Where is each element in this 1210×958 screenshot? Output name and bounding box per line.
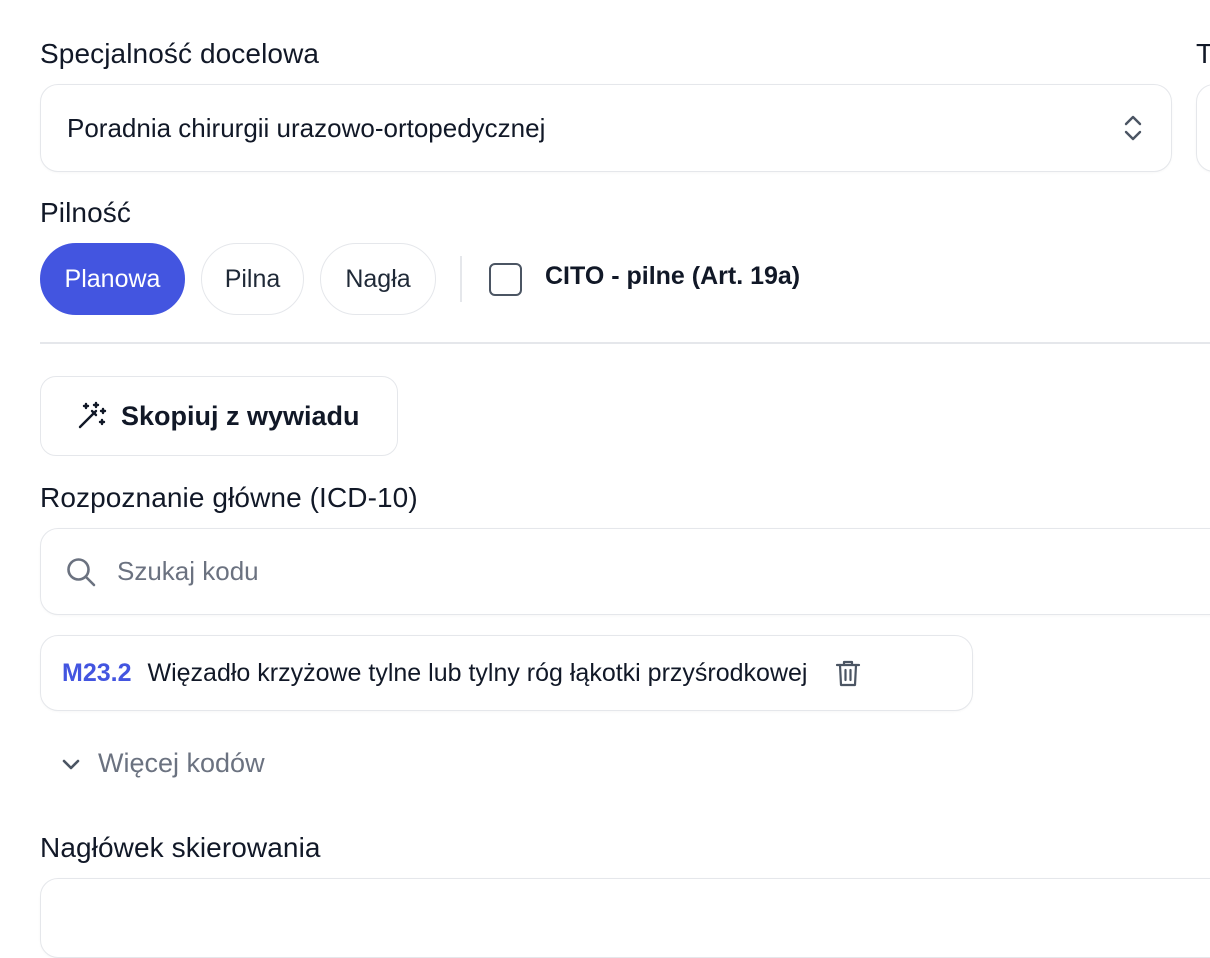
chevron-up-down-icon bbox=[1121, 113, 1145, 143]
section-divider bbox=[40, 342, 1210, 344]
icd-search-input[interactable] bbox=[115, 555, 1019, 588]
diagnosis-description: Więzadło krzyżowe tylne lub tylny róg łą… bbox=[147, 658, 808, 687]
magic-wand-icon bbox=[75, 400, 107, 432]
urgency-option-planowa[interactable]: Planowa bbox=[40, 243, 185, 315]
chevron-down-icon bbox=[60, 753, 82, 775]
right-column-label: T bbox=[1196, 38, 1210, 69]
specialty-label: Specjalność docelowa bbox=[40, 38, 320, 69]
specialty-select[interactable]: Poradnia chirurgii urazowo-ortopedycznej bbox=[40, 84, 1172, 172]
more-codes-toggle[interactable]: Więcej kodów bbox=[60, 748, 265, 779]
selected-diagnosis-chip: M23.2 Więzadło krzyżowe tylne lub tylny … bbox=[40, 635, 973, 711]
right-column-field[interactable] bbox=[1196, 84, 1210, 172]
diagnosis-label: Rozpoznanie główne (ICD-10) bbox=[40, 482, 418, 513]
urgency-option-pilna[interactable]: Pilna bbox=[201, 243, 304, 315]
icd-search-field[interactable] bbox=[40, 528, 1210, 615]
cito-label[interactable]: CITO - pilne (Art. 19a) bbox=[545, 262, 800, 291]
search-icon bbox=[65, 556, 97, 588]
specialty-selected-value: Poradnia chirurgii urazowo-ortopedycznej bbox=[67, 112, 546, 143]
urgency-divider bbox=[460, 256, 462, 302]
urgency-option-nagla[interactable]: Nagła bbox=[320, 243, 436, 315]
cito-checkbox[interactable] bbox=[489, 263, 522, 296]
trash-icon[interactable] bbox=[835, 659, 861, 687]
referral-header-label: Nagłówek skierowania bbox=[40, 832, 321, 863]
referral-header-field[interactable] bbox=[40, 878, 1210, 958]
copy-from-interview-button[interactable]: Skopiuj z wywiadu bbox=[40, 376, 398, 456]
more-codes-label: Więcej kodów bbox=[98, 748, 265, 778]
diagnosis-code: M23.2 bbox=[62, 658, 132, 687]
urgency-label: Pilność bbox=[40, 197, 131, 228]
copy-from-interview-label: Skopiuj z wywiadu bbox=[121, 400, 360, 431]
